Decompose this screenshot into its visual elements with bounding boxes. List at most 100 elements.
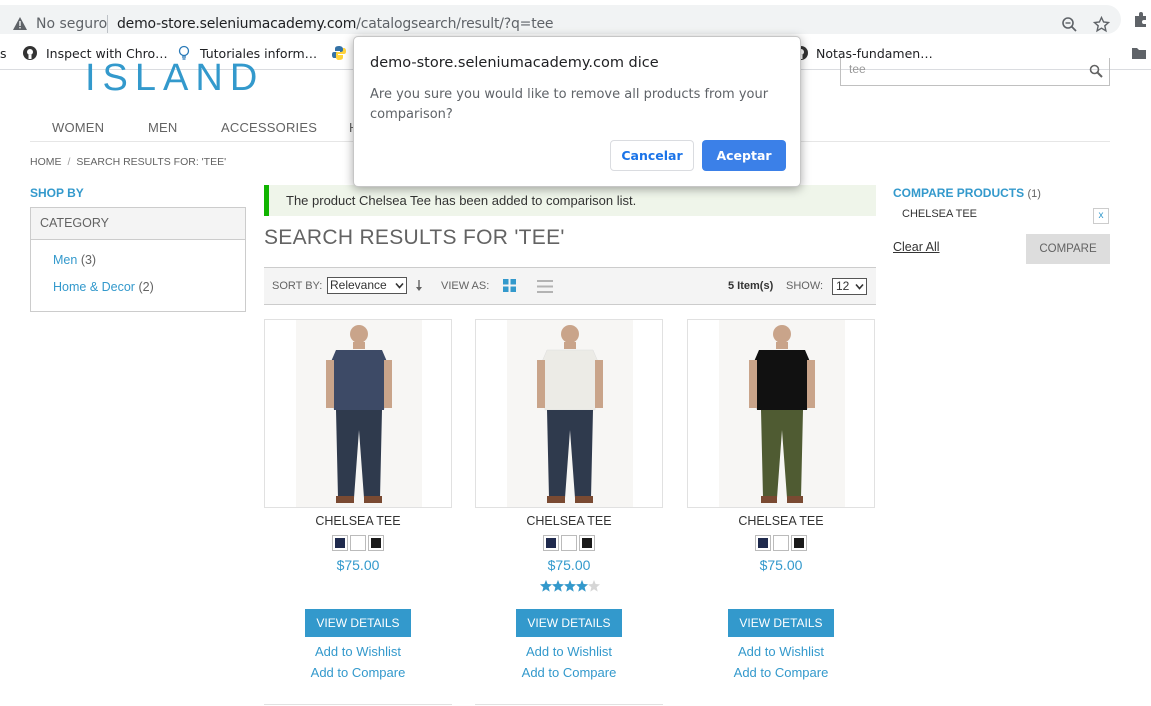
url-divider <box>107 15 108 33</box>
product-name[interactable]: CHELSEA TEE <box>475 514 663 528</box>
folder-icon[interactable] <box>1131 45 1147 61</box>
product-card: CHELSEA TEE $75.00 VIEW DETAILS Add to W… <box>475 319 664 680</box>
swatch-navy[interactable] <box>332 535 348 551</box>
search-input[interactable]: tee <box>840 58 1110 86</box>
category-filter: CATEGORY Men (3) Home & Decor (2) <box>30 207 246 312</box>
add-to-wishlist-link[interactable]: Add to Wishlist <box>687 644 875 659</box>
remove-compare-item-button[interactable]: x <box>1093 208 1109 224</box>
category-name[interactable]: Men <box>53 253 77 267</box>
show-per-page-value: 12 <box>836 279 850 293</box>
view-details-button[interactable]: VIEW DETAILS <box>516 609 622 637</box>
product-price: $75.00 <box>759 557 803 573</box>
color-swatches <box>475 535 663 556</box>
items-count: 5 Item(s) <box>728 280 774 292</box>
product-card: CHELSEA TEE $75.00 VIEW DETAILS Add to W… <box>264 319 453 680</box>
chevron-down-icon <box>855 283 864 290</box>
bookmark-star-icon[interactable] <box>1093 16 1110 33</box>
python-icon <box>332 46 346 60</box>
dialog-accept-button[interactable]: Aceptar <box>702 140 786 171</box>
page-title: SEARCH RESULTS FOR 'TEE' <box>264 226 565 249</box>
omnibox[interactable]: No seguro demo-store.seleniumacademy.com… <box>0 5 1121 34</box>
product-image[interactable] <box>475 319 663 508</box>
list-view-icon[interactable] <box>537 280 553 293</box>
grid-view-icon[interactable] <box>503 279 516 292</box>
product-price: $75.00 <box>547 557 591 573</box>
dialog-message: Are you sure you would like to remove al… <box>370 87 769 122</box>
swatch-white[interactable] <box>561 535 577 551</box>
breadcrumb-separator: / <box>67 156 71 168</box>
sort-by-select[interactable]: Relevance <box>327 277 407 294</box>
sort-by-label: SORT BY: <box>272 280 323 292</box>
product-toolbar: SORT BY: Relevance VIEW AS: 5 Item(s) SH… <box>264 267 876 305</box>
product-price: $75.00 <box>336 557 380 573</box>
show-per-page-select[interactable]: 12 <box>832 278 867 295</box>
add-to-compare-link[interactable]: Add to Compare <box>687 665 875 680</box>
swatch-white[interactable] <box>350 535 366 551</box>
sort-by-value: Relevance <box>330 278 387 292</box>
product-name[interactable]: CHELSEA TEE <box>264 514 452 528</box>
add-to-compare-link[interactable]: Add to Compare <box>264 665 452 680</box>
product-image[interactable] <box>264 319 452 508</box>
breadcrumb: HOME / SEARCH RESULTS FOR: 'TEE' <box>30 156 226 168</box>
category-count: (3) <box>80 253 97 267</box>
category-count: (2) <box>138 280 154 294</box>
breadcrumb-current: SEARCH RESULTS FOR: 'TEE' <box>76 156 227 168</box>
product-name[interactable]: CHELSEA TEE <box>687 514 875 528</box>
success-message-text: The product Chelsea Tee has been added t… <box>286 193 637 208</box>
rating-stars <box>540 580 600 592</box>
nav-item-accessories[interactable]: ACCESSORIES <box>221 120 317 135</box>
chevron-down-icon <box>395 282 404 289</box>
nav-item-women[interactable]: WOMEN <box>52 120 104 135</box>
address-bar-area: No seguro demo-store.seleniumacademy.com… <box>0 0 1151 38</box>
store-logo[interactable]: ISLAND <box>85 56 264 94</box>
security-label[interactable]: No seguro <box>36 16 107 32</box>
success-message: The product Chelsea Tee has been added t… <box>264 185 876 216</box>
url-path: /catalogsearch/result/?q=tee <box>356 16 554 32</box>
product-card: CHELSEA TEE $75.00 VIEW DETAILS Add to W… <box>687 319 876 680</box>
bookmark-item-partial[interactable]: s <box>0 46 7 61</box>
show-label: SHOW: <box>786 280 824 292</box>
shop-by-heading: SHOP BY <box>30 186 84 200</box>
confirm-dialog: demo-store.seleniumacademy.com dice Are … <box>353 36 801 187</box>
category-item-home-decor[interactable]: Home & Decor (2) <box>53 280 154 294</box>
category-heading: CATEGORY <box>31 208 245 240</box>
search-input-value: tee <box>849 62 866 76</box>
swatch-white[interactable] <box>773 535 789 551</box>
compare-item-name[interactable]: CHELSEA TEE <box>902 208 977 220</box>
color-swatches <box>687 535 875 556</box>
clear-all-link[interactable]: Clear All <box>893 240 940 254</box>
product-photo <box>719 320 845 507</box>
url-text[interactable]: demo-store.seleniumacademy.com/catalogse… <box>117 16 554 32</box>
sort-direction-icon[interactable] <box>415 279 423 293</box>
github-icon <box>23 46 37 60</box>
warning-icon[interactable] <box>13 17 27 30</box>
dialog-cancel-button[interactable]: Cancelar <box>610 140 694 171</box>
compare-button[interactable]: COMPARE <box>1026 234 1110 264</box>
swatch-navy[interactable] <box>755 535 771 551</box>
view-as-label: VIEW AS: <box>441 280 490 292</box>
category-item-men[interactable]: Men (3) <box>53 253 96 267</box>
category-name[interactable]: Home & Decor <box>53 280 135 294</box>
swatch-black[interactable] <box>791 535 807 551</box>
swatch-black[interactable] <box>368 535 384 551</box>
add-to-wishlist-link[interactable]: Add to Wishlist <box>264 644 452 659</box>
product-photo <box>296 320 422 507</box>
compare-products-count: (1) <box>1027 188 1041 200</box>
dialog-title: demo-store.seleniumacademy.com dice <box>370 55 659 71</box>
url-host: demo-store.seleniumacademy.com <box>117 16 357 32</box>
swatch-black[interactable] <box>579 535 595 551</box>
add-to-wishlist-link[interactable]: Add to Wishlist <box>475 644 663 659</box>
view-details-button[interactable]: VIEW DETAILS <box>305 609 411 637</box>
product-photo <box>507 320 633 507</box>
add-to-compare-link[interactable]: Add to Compare <box>475 665 663 680</box>
extensions-icon[interactable] <box>1133 11 1150 28</box>
nav-item-men[interactable]: MEN <box>148 120 178 135</box>
swatch-navy[interactable] <box>543 535 559 551</box>
compare-products-heading: COMPARE PRODUCTS (1) <box>893 186 1041 200</box>
breadcrumb-home[interactable]: HOME <box>30 156 62 168</box>
color-swatches <box>264 535 452 556</box>
view-details-button[interactable]: VIEW DETAILS <box>728 609 834 637</box>
search-icon[interactable] <box>1089 64 1103 78</box>
zoom-icon[interactable] <box>1061 16 1078 33</box>
product-image[interactable] <box>687 319 875 508</box>
